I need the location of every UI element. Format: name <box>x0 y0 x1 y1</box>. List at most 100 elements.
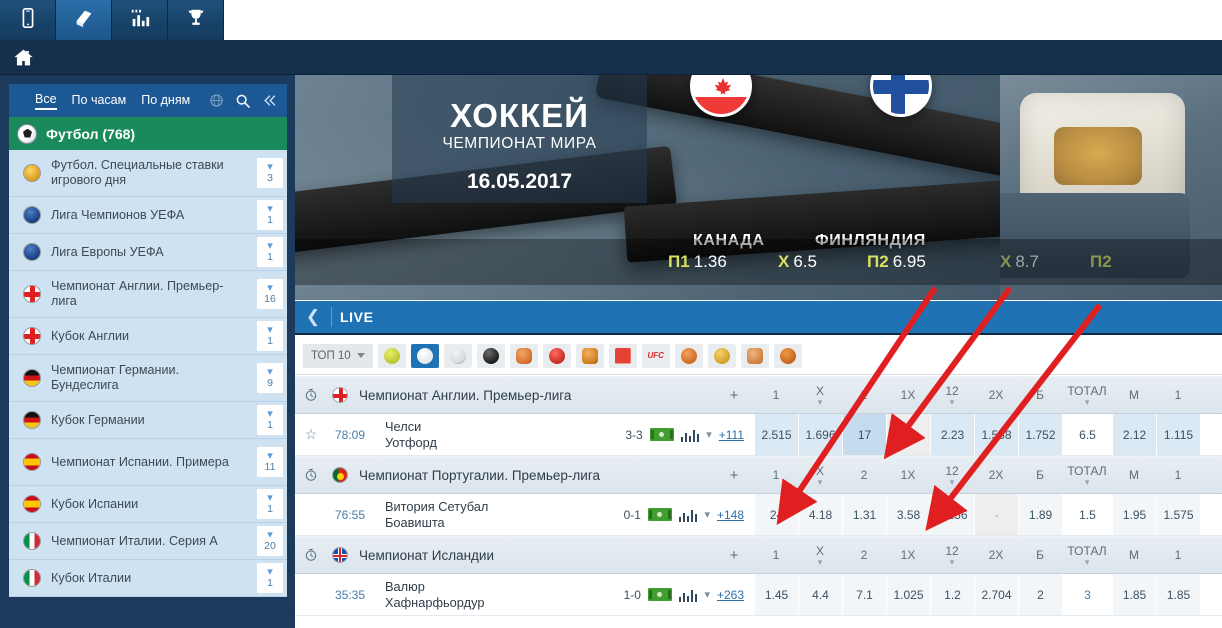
odd-cell-1x[interactable]: 3.58 <box>886 494 930 535</box>
nav-tab-results[interactable] <box>168 0 224 40</box>
odd-cell-12[interactable]: 1.256 <box>930 494 974 535</box>
sidebar-category-football[interactable]: Футбол (768) <box>9 117 287 150</box>
sport-filter-billiards[interactable] <box>476 343 505 368</box>
odd-cell-2x[interactable]: 1.568 <box>974 414 1018 455</box>
table-row[interactable]: 35:35 Валюр Хафнарфьордур 1-0 ▾ +263 1.4… <box>295 574 1222 616</box>
sidebar-item-count[interactable]: ▾ 1 <box>257 405 283 435</box>
promo-banner[interactable]: ХОККЕЙ ЧЕМПИОНАТ МИРА 16.05.2017 КАНАДА … <box>295 75 1222 300</box>
odd-cell-b[interactable]: 2 <box>1018 574 1062 615</box>
sidebar-item-spain-primera[interactable]: Чемпионат Испании. Примера ▾ 11 <box>9 439 287 486</box>
more-markets-link[interactable]: +111 <box>719 428 744 442</box>
sidebar-item-germany-cup[interactable]: Кубок Германии ▾ 1 <box>9 402 287 439</box>
odd-cell-total[interactable]: 3 <box>1062 574 1112 615</box>
odd-cell-x[interactable]: 1.696 <box>798 414 842 455</box>
odd-cell-12[interactable]: 2.23 <box>930 414 974 455</box>
sidebar-item-count[interactable]: ▾ 9 <box>257 363 283 393</box>
odd-cell-total[interactable]: 1.5 <box>1062 494 1112 535</box>
banner-next-odd-x[interactable]: X 8.7 <box>1000 252 1039 272</box>
nav-tab-mobile[interactable] <box>0 0 56 40</box>
odd-cell-1[interactable]: 2.515 <box>754 414 798 455</box>
sidebar-item-uefa-europa[interactable]: Лига Европы УЕФА ▾ 1 <box>9 234 287 271</box>
more-markets-link[interactable]: +263 <box>717 588 744 602</box>
odd-cell-b[interactable]: 1.89 <box>1018 494 1062 535</box>
league-header-row[interactable]: Чемпионат Англии. Премьер-лига + 1 X ▾ 2 … <box>295 376 1222 414</box>
pitch-icon[interactable] <box>647 588 672 601</box>
odd-cell-m[interactable]: 2.12 <box>1112 414 1156 455</box>
odd-cell-2[interactable]: 17 <box>842 414 886 455</box>
sport-filter-handball[interactable] <box>674 343 703 368</box>
statistics-icon[interactable] <box>680 428 700 442</box>
table-row[interactable]: ☆ 78:09 Челси Уотфорд 3-3 ▾ +111 2.515 1… <box>295 414 1222 456</box>
sport-filter-boxing[interactable] <box>509 343 538 368</box>
sport-filter-football[interactable] <box>410 343 439 368</box>
collapse-icon[interactable] <box>262 93 277 108</box>
sidebar-item-spain-cup[interactable]: Кубок Испании ▾ 1 <box>9 486 287 523</box>
sidebar-tab-by-hours[interactable]: По часам <box>72 93 127 109</box>
league-header-row[interactable]: Чемпионат Исландии + 1 X ▾ 2 1X 12 ▾ 2X Б … <box>295 536 1222 574</box>
sidebar-item-count[interactable]: ▾ 3 <box>257 158 283 188</box>
banner-odd-p2[interactable]: П2 6.95 <box>867 252 926 272</box>
sport-filter-esports[interactable] <box>575 343 604 368</box>
sidebar-item-count[interactable]: ▾ 20 <box>257 526 283 556</box>
odd-cell-b[interactable]: 1.752 <box>1018 414 1062 455</box>
banner-odd-x[interactable]: X 6.5 <box>778 252 817 272</box>
sidebar-tab-by-days[interactable]: По дням <box>141 93 190 109</box>
favorite-star-icon[interactable]: ☆ <box>295 426 327 443</box>
odd-cell-total[interactable]: 6.5 <box>1062 414 1112 455</box>
sidebar-item-england-premier[interactable]: Чемпионат Англии. Премьер-лига ▾ 16 <box>9 271 287 318</box>
banner-next-odd-p2[interactable]: П2 <box>1090 252 1116 272</box>
sidebar-item-count[interactable]: ▾ 1 <box>257 563 283 593</box>
top10-dropdown[interactable]: ТОП 10 <box>303 343 373 368</box>
odd-cell-extra[interactable] <box>1200 494 1222 535</box>
globe-icon[interactable] <box>209 93 224 108</box>
odd-cell-1b[interactable]: 1.575 <box>1156 494 1200 535</box>
odd-cell-1[interactable]: 24 <box>754 494 798 535</box>
odd-cell-12[interactable]: 1.2 <box>930 574 974 615</box>
sport-filter-ufc[interactable]: UFC <box>641 343 670 368</box>
odd-cell-2x[interactable]: 2.704 <box>974 574 1018 615</box>
odd-cell-2[interactable]: 1.31 <box>842 494 886 535</box>
sidebar-item-count[interactable]: ▾ 11 <box>257 447 283 477</box>
sport-filter-basketball[interactable] <box>773 343 802 368</box>
sport-filter-futsal[interactable] <box>443 343 472 368</box>
sidebar-item-count[interactable]: ▾ 16 <box>257 279 283 309</box>
chevron-down-icon[interactable]: ▾ <box>704 508 710 521</box>
sidebar-item-count[interactable]: ▾ 1 <box>257 237 283 267</box>
sport-filter-baseball[interactable] <box>740 343 769 368</box>
banner-odd-p1[interactable]: П1 1.36 <box>668 252 727 272</box>
odd-cell-x[interactable]: 4.4 <box>798 574 842 615</box>
search-icon[interactable] <box>235 93 251 109</box>
chevron-down-icon[interactable]: ▾ <box>704 588 710 601</box>
sidebar-item-football-special[interactable]: Футбол. Специальные ставки игрового дня … <box>9 150 287 197</box>
statistics-icon[interactable] <box>678 508 698 522</box>
odd-cell-m[interactable]: 1.95 <box>1112 494 1156 535</box>
pitch-icon[interactable] <box>647 508 672 521</box>
sidebar-tab-all[interactable]: Все <box>35 92 57 110</box>
sport-filter-tennis[interactable] <box>377 343 406 368</box>
odd-cell-2x[interactable]: - <box>974 494 1018 535</box>
odd-cell-1[interactable]: 1.45 <box>754 574 798 615</box>
odd-cell-1b[interactable]: 1.85 <box>1156 574 1200 615</box>
sport-filter-counterstrike[interactable] <box>707 343 736 368</box>
odd-cell-extra[interactable] <box>1200 414 1222 455</box>
sport-filter-table-tennis[interactable] <box>542 343 571 368</box>
odd-cell-1x[interactable]: - <box>886 414 930 455</box>
odd-cell-2[interactable]: 7.1 <box>842 574 886 615</box>
col-header-plus[interactable]: + <box>714 377 754 413</box>
odd-cell-extra[interactable] <box>1200 574 1222 615</box>
sidebar-item-germany-bundesliga[interactable]: Чемпионат Германии. Бундеслига ▾ 9 <box>9 355 287 402</box>
sidebar-item-italy-cup[interactable]: Кубок Италии ▾ 1 <box>9 560 287 597</box>
col-header-plus[interactable]: + <box>714 457 754 493</box>
sidebar-item-count[interactable]: ▾ 1 <box>257 489 283 519</box>
home-icon[interactable] <box>11 45 35 69</box>
sport-filter-dota2[interactable] <box>608 343 637 368</box>
table-row[interactable]: 76:55 Витория Сетубал Боавишта 0-1 ▾ +14… <box>295 494 1222 536</box>
sidebar-item-count[interactable]: ▾ 1 <box>257 321 283 351</box>
sidebar-item-count[interactable]: ▾ 1 <box>257 200 283 230</box>
chevron-down-icon[interactable]: ▾ <box>706 428 712 441</box>
nav-tab-stats[interactable] <box>112 0 168 40</box>
nav-tab-bets[interactable] <box>56 0 112 40</box>
odd-cell-m[interactable]: 1.85 <box>1112 574 1156 615</box>
odd-cell-1b[interactable]: 1.115 <box>1156 414 1200 455</box>
pitch-icon[interactable] <box>649 428 674 441</box>
